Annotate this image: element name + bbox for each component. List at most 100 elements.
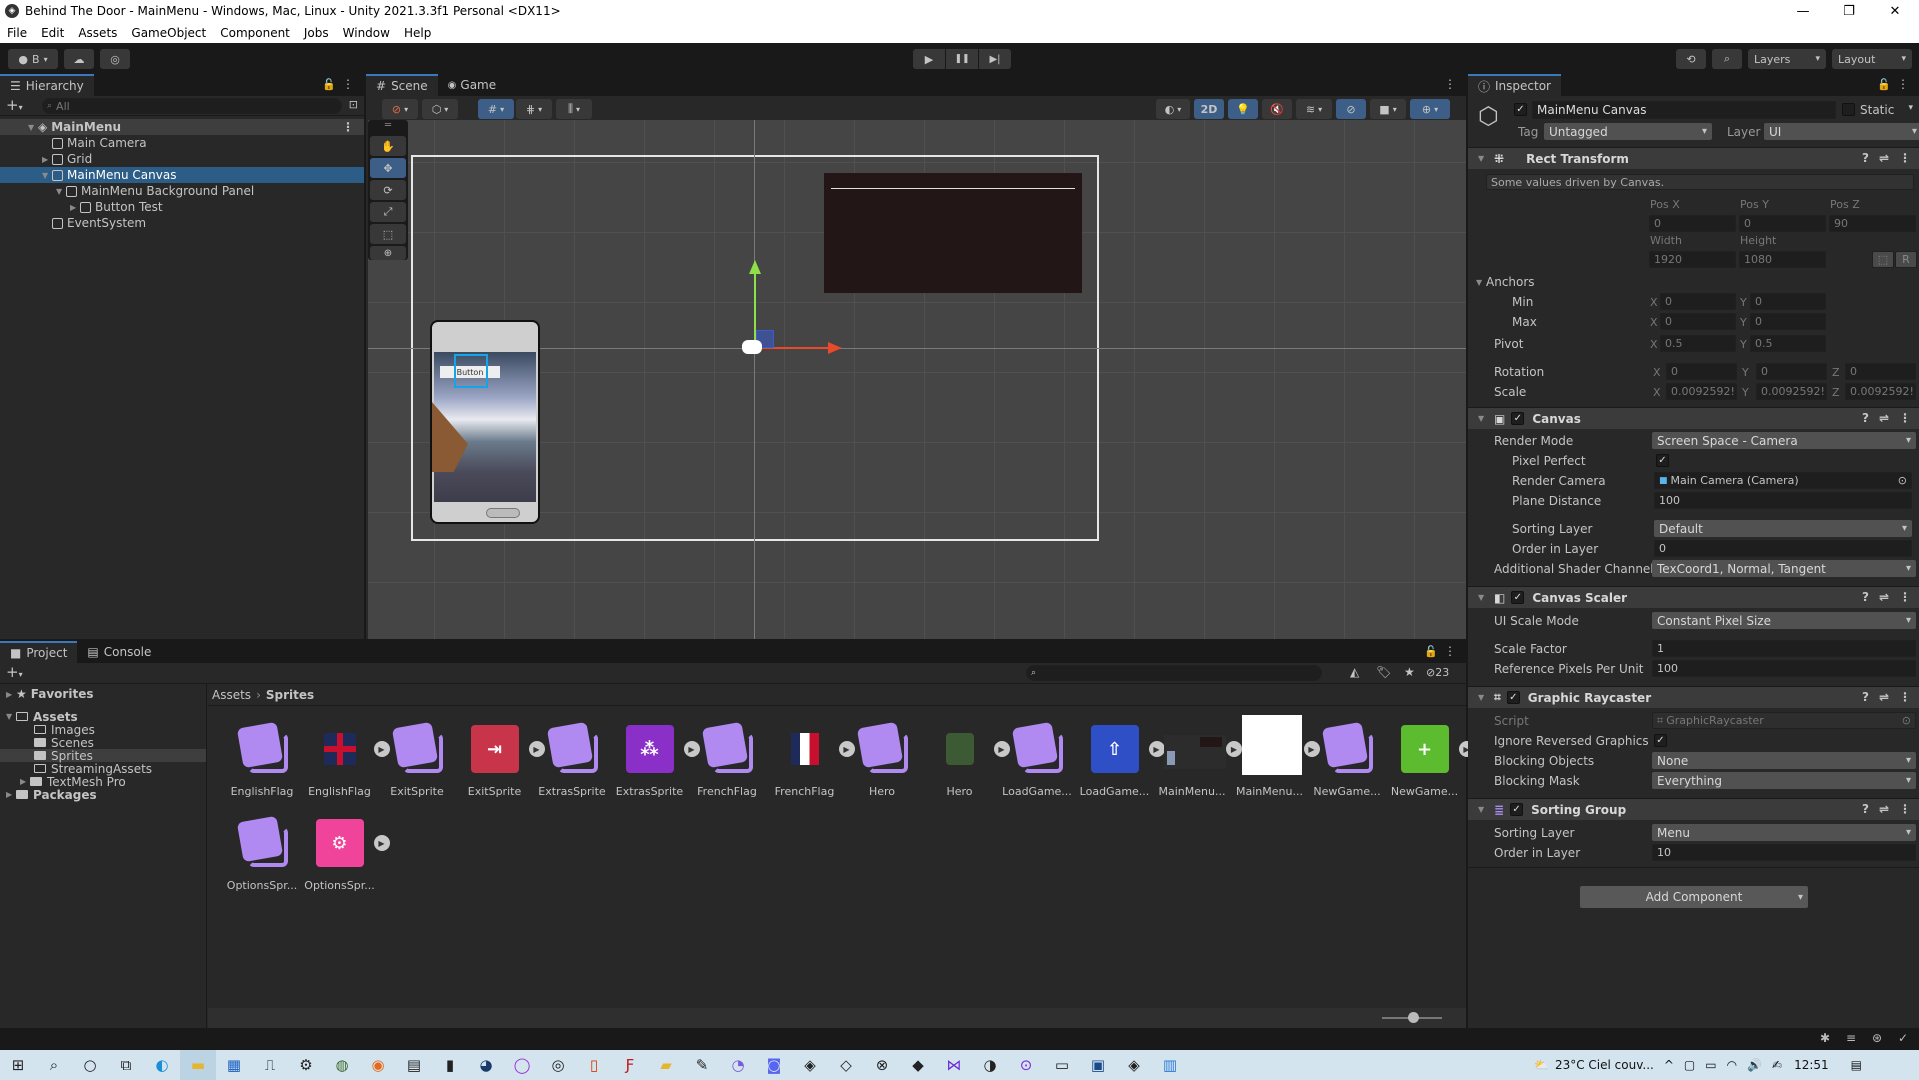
rect-tool[interactable]: ⬚ (370, 224, 406, 244)
asset-tile[interactable]: FrenchFlag (687, 721, 767, 798)
effects-dropdown[interactable]: ≋ ▾ (1296, 99, 1332, 119)
app-globe-icon[interactable]: ◍ (324, 1050, 360, 1080)
step-button[interactable]: ▶| (979, 49, 1011, 69)
rect-transform-header[interactable]: ▼ ⁜ Rect Transform ? ⇌ ⋮ (1468, 147, 1919, 169)
firefox-icon[interactable]: ◉ (360, 1050, 396, 1080)
scene-menu-icon[interactable]: ⋮ (342, 120, 354, 134)
close-button[interactable]: ✕ (1872, 0, 1918, 22)
volume-icon[interactable]: 🔊 (1747, 1058, 1762, 1072)
unity-icon[interactable]: ◈ (1116, 1050, 1152, 1080)
tab-console[interactable]: ▤ Console (77, 641, 162, 663)
lighting-toggle[interactable]: 💡 (1228, 99, 1258, 119)
status-ok-icon[interactable]: ✓ (1898, 1031, 1908, 1045)
more-menu-icon[interactable]: ⋮ (1897, 77, 1909, 91)
cloud-button[interactable]: ☁ (64, 49, 94, 69)
file-explorer-icon[interactable]: ▬ (180, 1050, 216, 1080)
pivot-y-field[interactable]: 0.5 (1750, 335, 1826, 352)
edge-icon[interactable]: ◐ (144, 1050, 180, 1080)
hierarchy-item[interactable]: ▶ Grid (0, 151, 364, 167)
object-picker-icon[interactable]: ⊙ (1898, 474, 1907, 487)
shader-channels-dropdown[interactable]: TexCoord1, Normal, Tangent (1652, 560, 1916, 577)
icon-size-slider[interactable] (1382, 1012, 1442, 1023)
anchor-min-x-field[interactable]: 0 (1660, 293, 1736, 310)
undo-history-button[interactable]: ⟲ (1676, 49, 1706, 69)
asset-tile[interactable]: ExtrasSprite (532, 721, 612, 798)
menu-component[interactable]: Component (213, 26, 297, 40)
project-folder-item[interactable]: Scenes (0, 736, 206, 750)
app-icon[interactable]: ▥ (1152, 1050, 1188, 1080)
grid-snap-toggle[interactable]: # ▾ (478, 99, 514, 119)
help-icon[interactable]: ? (1862, 590, 1869, 604)
pos-y-field[interactable]: 0 (1739, 215, 1826, 232)
asset-tile[interactable]: + ▶ NewGame... (1385, 721, 1475, 798)
folder-icon[interactable]: ▰ (648, 1050, 684, 1080)
app-icon[interactable]: ◑ (972, 1050, 1008, 1080)
tab-game[interactable]: ◉ Game (437, 74, 507, 96)
expand-arrow-icon[interactable]: ▼ (42, 171, 52, 180)
menu-edit[interactable]: Edit (34, 26, 71, 40)
start-button[interactable]: ⊞ (0, 1050, 36, 1080)
steam-icon[interactable]: ◕ (468, 1050, 504, 1080)
project-folder-item[interactable]: StreamingAssets (0, 762, 206, 776)
filezilla-icon[interactable]: Ƒ (612, 1050, 648, 1080)
github-icon[interactable]: ⊗ (864, 1050, 900, 1080)
app-icon[interactable]: ◈ (792, 1050, 828, 1080)
hierarchy-scene-item[interactable]: ▼ ◈ MainMenu ⋮ (0, 119, 364, 135)
pen-icon[interactable]: ✍ (1772, 1058, 1782, 1072)
breadcrumb-assets[interactable]: Assets (212, 688, 251, 702)
camera-dropdown[interactable]: ■ ▾ (1370, 99, 1406, 119)
expand-sprite-icon[interactable]: ▶ (373, 835, 390, 851)
hierarchy-item[interactable]: EventSystem (0, 215, 364, 231)
search-taskbar-icon[interactable]: ⌕ (36, 1050, 72, 1080)
rotate-tool[interactable]: ⟳ (370, 180, 406, 200)
menu-file[interactable]: File (0, 26, 34, 40)
preset-icon[interactable]: ⇌ (1879, 802, 1889, 816)
component-menu-icon[interactable]: ⋮ (1899, 802, 1911, 816)
blueprint-mode-button[interactable]: ⬚ (1872, 251, 1894, 268)
width-field[interactable]: 1920 (1649, 251, 1736, 268)
notifications-icon[interactable]: ▤ (1851, 1058, 1862, 1072)
project-folder-item[interactable]: Sprites (0, 749, 206, 763)
asset-tile[interactable]: OptionsSpr... (222, 815, 302, 892)
pixel-perfect-checkbox[interactable]: ✓ (1656, 454, 1669, 467)
blocking-mask-dropdown[interactable]: Everything (1652, 772, 1916, 789)
news-icon[interactable]: ▤ (396, 1050, 432, 1080)
blocking-objects-dropdown[interactable]: None (1652, 752, 1916, 769)
more-menu-icon[interactable]: ⋮ (342, 77, 354, 91)
render-camera-field[interactable]: ■ Main Camera (Camera) ⊙ (1654, 472, 1912, 489)
project-folder-item[interactable]: ▼ Assets (0, 710, 206, 724)
transform-tool[interactable]: ⊕ (370, 246, 406, 260)
expand-arrow-icon[interactable]: ▶ (20, 777, 30, 786)
preset-icon[interactable]: ⇌ (1879, 151, 1889, 165)
lock-icon[interactable]: 🔓 (322, 78, 336, 91)
battery-icon[interactable]: ▭ (1705, 1058, 1716, 1072)
sorting-group-order-field[interactable]: 10 (1652, 844, 1916, 861)
gizmo-object-dropdown[interactable]: ⬡ ▾ (422, 99, 458, 119)
store-icon[interactable]: ▦ (216, 1050, 252, 1080)
raw-edit-button[interactable]: R (1895, 251, 1917, 268)
maximize-button[interactable]: ❐ (1826, 0, 1872, 22)
auto-generate-lighting-icon[interactable]: ⊛ (1872, 1031, 1882, 1045)
audio-toggle[interactable]: 🔇 (1262, 99, 1292, 119)
app-icon[interactable]: ⊙ (1008, 1050, 1044, 1080)
app-icon[interactable]: ◔ (720, 1050, 756, 1080)
account-dropdown[interactable]: ● B ▾ (8, 49, 58, 69)
lock-icon[interactable]: 🔓 (1424, 645, 1438, 658)
help-icon[interactable]: ? (1862, 802, 1869, 816)
hierarchy-item[interactable]: ▼ MainMenu Canvas (0, 167, 364, 183)
move-gizmo[interactable] (742, 260, 848, 360)
active-checkbox[interactable]: ✓ (1514, 103, 1527, 116)
hidden-packages-toggle[interactable]: ⊘23 (1426, 666, 1449, 679)
tab-hierarchy[interactable]: ☰ Hierarchy (0, 74, 94, 96)
sorting-group-header[interactable]: ▼ ≣ ✓ Sorting Group ? ⇌ ⋮ (1468, 798, 1919, 820)
mainmenu-background-panel[interactable] (824, 173, 1082, 293)
asset-tile[interactable]: LoadGame... (997, 721, 1077, 798)
shading-mode-dropdown[interactable]: ◐ ▾ (1156, 99, 1190, 119)
component-menu-icon[interactable]: ⋮ (1899, 411, 1911, 425)
expand-arrow-icon[interactable]: ▶ (42, 155, 52, 164)
component-menu-icon[interactable]: ⋮ (1899, 690, 1911, 704)
canvas-sorting-layer-dropdown[interactable]: Default (1654, 520, 1912, 537)
discord-icon[interactable]: ◙ (756, 1050, 792, 1080)
sorting-group-layer-dropdown[interactable]: Menu (1652, 824, 1916, 841)
expand-arrow-icon[interactable]: ▼ (28, 123, 38, 132)
